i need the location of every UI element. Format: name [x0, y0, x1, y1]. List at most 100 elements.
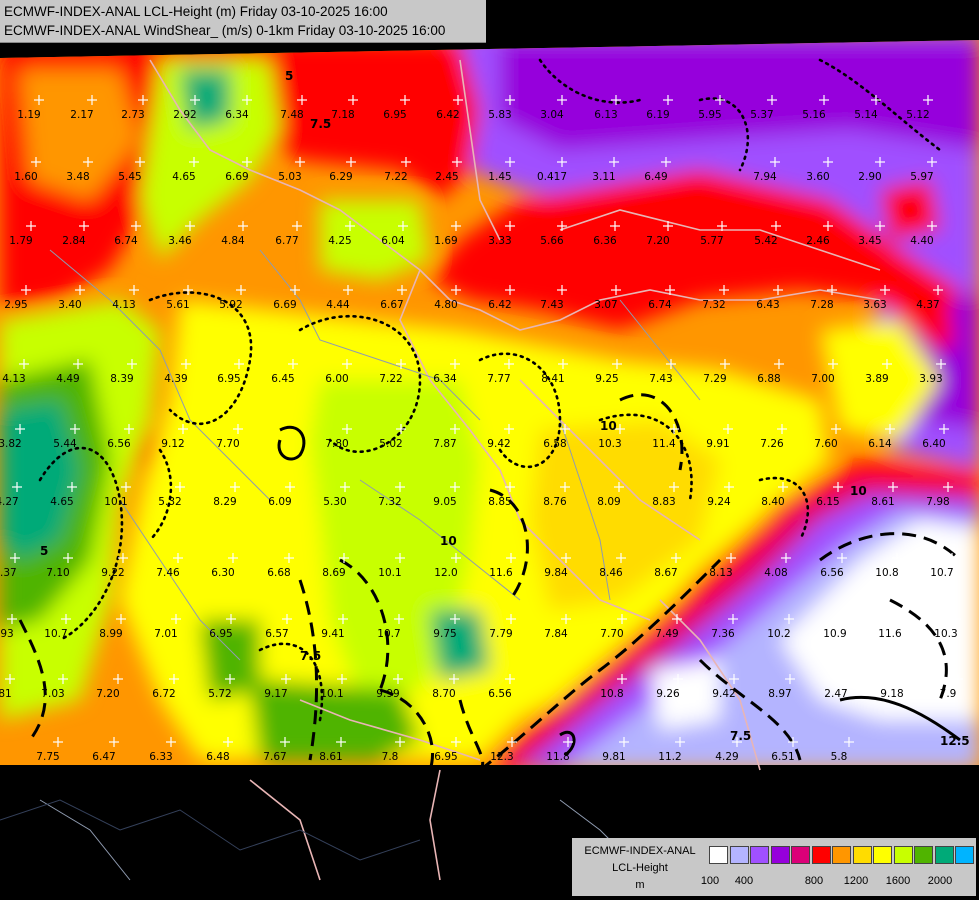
wind-shear-value: 8.29 — [213, 496, 236, 508]
wind-shear-value: 8.61 — [319, 751, 342, 763]
wind-shear-value: 10.7 — [44, 628, 67, 640]
wind-shear-value: 9.41 — [321, 628, 344, 640]
legend-swatch — [955, 846, 974, 864]
wind-shear-value: 6.00 — [325, 373, 348, 385]
wind-shear-value: 5.16 — [802, 109, 826, 121]
legend-source: ECMWF-INDEX-ANAL — [584, 845, 696, 857]
wind-shear-value: 7.01 — [154, 628, 177, 640]
color-legend: ECMWF-INDEX-ANAL LCL-Height m 100 400 80… — [572, 838, 976, 896]
legend-unit: m — [635, 879, 645, 891]
wind-shear-value: 6.47 — [92, 751, 115, 763]
wind-shear-value: 7.43 — [540, 299, 563, 311]
legend-swatch — [750, 846, 769, 864]
wind-shear-value: 10.1 — [104, 496, 127, 508]
legend-tick: 800 — [804, 875, 824, 887]
wind-shear-value: 3.07 — [594, 299, 617, 311]
wind-shear-value: 6.19 — [646, 109, 669, 121]
wind-shear-value: 6.36 — [593, 235, 617, 247]
wind-shear-value: 9.42 — [487, 438, 510, 450]
wind-shear-value: 4.40 — [910, 235, 933, 247]
wind-shear-value: 6.37 — [0, 567, 17, 579]
wind-shear-value: 12.3 — [490, 751, 513, 763]
wind-shear-value: 6.48 — [206, 751, 229, 763]
wind-shear-value: 10.9 — [823, 628, 846, 640]
wind-shear-value: 4.65 — [172, 171, 195, 183]
wind-shear-value: 6.74 — [114, 235, 138, 247]
wind-shear-value: 12.0 — [434, 567, 457, 579]
wind-shear-value: 7.20 — [96, 688, 119, 700]
wind-shear-value: 7.36 — [711, 628, 735, 640]
wind-shear-value: 9.26 — [656, 688, 680, 700]
wind-shear-value: 6.67 — [380, 299, 403, 311]
wind-shear-value: 10.7 — [377, 628, 400, 640]
wind-shear-value: 5.14 — [854, 109, 878, 121]
wind-shear-value: 11.2 — [658, 751, 681, 763]
wind-shear-value: 10.2 — [767, 628, 790, 640]
wind-shear-value: 6.56 — [820, 567, 844, 579]
wind-shear-value: 7.48 — [280, 109, 303, 121]
wind-shear-value: 1.60 — [14, 171, 37, 183]
wind-shear-value: 6.45 — [271, 373, 294, 385]
wind-shear-value: 6.88 — [757, 373, 780, 385]
wind-shear-value: 7.84 — [544, 628, 568, 640]
wind-shear-value: 6.34 — [433, 373, 457, 385]
wind-shear-value: 7.00 — [811, 373, 834, 385]
wind-shear-value: 3.93 — [919, 373, 942, 385]
wind-shear-value: 7.9 — [940, 688, 957, 700]
wind-shear-value: 6.04 — [381, 235, 405, 247]
wind-shear-value: 6.42 — [488, 299, 511, 311]
wind-shear-value: 7.26 — [760, 438, 784, 450]
wind-shear-value: 6.95 — [217, 373, 240, 385]
wind-shear-value: 4.29 — [715, 751, 738, 763]
contour-label: 12.5 — [940, 734, 970, 748]
wind-shear-value: 11.8 — [546, 751, 569, 763]
wind-shear-value: 6.43 — [756, 299, 779, 311]
wind-shear-value: 6.57 — [265, 628, 288, 640]
wind-shear-value: 7.77 — [487, 373, 510, 385]
wind-shear-value: 7.20 — [646, 235, 669, 247]
wind-shear-value: 5.12 — [906, 109, 929, 121]
wind-shear-value: 8.41 — [541, 373, 564, 385]
wind-shear-value: 3.63 — [863, 299, 886, 311]
wind-shear-value: 5.02 — [379, 438, 402, 450]
wind-shear-value: 4.65 — [50, 496, 73, 508]
wind-shear-value: 9.99 — [376, 688, 399, 700]
wind-shear-value: 7.29 — [703, 373, 726, 385]
wind-shear-value: 10.8 — [875, 567, 898, 579]
wind-shear-value: 7.98 — [926, 496, 949, 508]
wind-shear-value: 2.17 — [70, 109, 93, 121]
legend-swatch — [914, 846, 933, 864]
wind-shear-value: 10.3 — [934, 628, 957, 640]
wind-shear-value: 6.49 — [644, 171, 667, 183]
wind-shear-value: 7.70 — [216, 438, 239, 450]
wind-shear-value: 5.61 — [166, 299, 189, 311]
wind-shear-value: 11.6 — [878, 628, 902, 640]
contour-label: 7.5 — [310, 117, 331, 131]
wind-shear-value: 2.73 — [121, 109, 144, 121]
wind-shear-value: 6.77 — [275, 235, 298, 247]
wind-shear-value: 7.8 — [382, 751, 399, 763]
wind-shear-value: 6.40 — [922, 438, 945, 450]
wind-shear-value: 2.45 — [435, 171, 458, 183]
wind-shear-value: 8.61 — [871, 496, 894, 508]
wind-shear-value: 3.33 — [488, 235, 511, 247]
wind-shear-value: 2.47 — [824, 688, 847, 700]
map-title-lcl: ECMWF-INDEX-ANAL LCL-Height (m) Friday 0… — [4, 4, 388, 19]
wind-shear-value: 2.95 — [4, 299, 27, 311]
contour-label: 5 — [40, 544, 48, 558]
wind-shear-value: 10.3 — [598, 438, 621, 450]
wind-shear-value: 4.13 — [112, 299, 135, 311]
wind-shear-value: 6.51 — [771, 751, 794, 763]
wind-shear-value: 3.82 — [0, 438, 22, 450]
wind-shear-value: 6.29 — [329, 171, 352, 183]
wind-shear-value: 6.09 — [268, 496, 291, 508]
wind-shear-value: 8.70 — [432, 688, 455, 700]
wind-shear-value: 1.19 — [17, 109, 40, 121]
wind-shear-value: 2.90 — [858, 171, 881, 183]
wind-shear-value: 10.7 — [930, 567, 953, 579]
contour-label: 10 — [440, 534, 457, 548]
wind-shear-value: 5.44 — [53, 438, 77, 450]
wind-shear-value: 9.17 — [264, 688, 287, 700]
wind-shear-value: 5.37 — [750, 109, 773, 121]
wind-shear-value: 9.25 — [595, 373, 618, 385]
